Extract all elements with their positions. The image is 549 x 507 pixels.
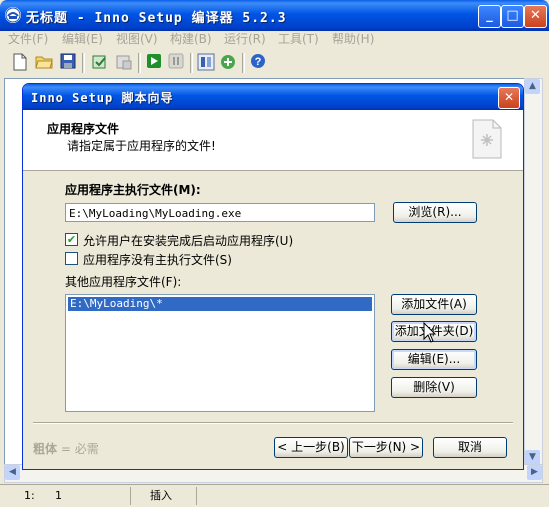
required-hint: 粗体 = 必需 [33, 440, 99, 457]
script-wizard-dialog: Inno Setup 脚本向导 ✕ 应用程序文件 请指定属于应用程序的文件! 应… [22, 83, 524, 470]
toolbar-separator [82, 53, 85, 73]
close-button[interactable]: ✕ [524, 5, 547, 28]
save-icon[interactable] [58, 53, 78, 73]
main-exe-label: 应用程序主执行文件(M): [65, 183, 201, 197]
app-icon [5, 7, 21, 23]
delete-button[interactable]: 删除(V) [391, 377, 477, 398]
wizard-document-icon [471, 116, 503, 160]
edit-button[interactable]: 编辑(E)... [391, 349, 477, 370]
next-button[interactable]: 下一步(N) > [349, 437, 423, 458]
status-bar: 1: 1 插入 [0, 484, 549, 507]
menu-run[interactable]: 运行(R) [224, 31, 266, 48]
menu-help[interactable]: 帮助(H) [332, 31, 374, 48]
close-icon: ✕ [503, 90, 515, 104]
target-icon[interactable] [196, 53, 216, 73]
other-files-label: 其他应用程序文件(F): [65, 275, 182, 289]
main-exe-input[interactable]: E:\MyLoading\MyLoading.exe [65, 203, 375, 222]
window-title: 无标题 - Inno Setup 编译器 5.2.3 [26, 11, 287, 26]
toolbar-separator [138, 53, 141, 73]
cancel-button[interactable]: 取消 [433, 437, 507, 458]
svg-text:?: ? [255, 56, 262, 68]
open-folder-icon[interactable] [34, 53, 54, 73]
help-icon[interactable]: ? [248, 53, 268, 73]
required-hint-text: = 必需 [60, 442, 99, 456]
menu-bar: 文件(F) 编辑(E) 视图(V) 构建(B) 运行(R) 工具(T) 帮助(H… [0, 31, 549, 48]
scroll-up-icon[interactable]: ▲ [525, 79, 540, 94]
toolbar: ? [4, 51, 545, 77]
menu-edit[interactable]: 编辑(E) [62, 31, 103, 48]
toolbar-separator [242, 53, 245, 73]
menu-file[interactable]: 文件(F) [8, 31, 48, 48]
wizard-close-button[interactable]: ✕ [498, 87, 520, 109]
main-title-bar[interactable]: 无标题 - Inno Setup 编译器 5.2.3 _ □ ✕ [0, 0, 549, 31]
launch-app-label[interactable]: 允许用户在安装完成后启动应用程序(U) [83, 232, 293, 249]
maximize-icon: □ [506, 8, 519, 23]
other-files-list[interactable]: E:\MyLoading\* [65, 294, 375, 412]
no-main-exe-label[interactable]: 应用程序没有主执行文件(S) [83, 251, 232, 268]
status-divider [130, 487, 131, 505]
wizard-page-title: 应用程序文件 [47, 122, 120, 136]
compile-icon[interactable] [90, 53, 110, 73]
mouse-cursor-icon [423, 321, 437, 344]
status-line: 1: [24, 489, 35, 502]
bottom-separator [33, 422, 513, 424]
minimize-icon: _ [486, 8, 493, 23]
wizard-title: Inno Setup 脚本向导 [31, 91, 174, 105]
stop-compile-icon[interactable] [114, 53, 134, 73]
scroll-left-icon[interactable]: ◀ [5, 465, 20, 480]
run-icon[interactable] [144, 53, 164, 73]
no-main-exe-checkbox[interactable] [65, 252, 78, 265]
list-item[interactable]: E:\MyLoading\* [68, 297, 372, 311]
scroll-down-icon[interactable]: ▼ [525, 450, 540, 465]
scroll-right-icon[interactable]: ▶ [527, 465, 542, 480]
wizard-page-subtitle: 请指定属于应用程序的文件! [67, 139, 216, 153]
minimize-button[interactable]: _ [478, 5, 501, 28]
add-file-button[interactable]: 添加文件(A) [391, 294, 477, 315]
browse-button[interactable]: 浏览(R)... [393, 202, 477, 223]
wizard-icon[interactable] [218, 53, 238, 73]
close-icon: ✕ [530, 8, 541, 23]
menu-build[interactable]: 构建(B) [170, 31, 212, 48]
vertical-scrollbar[interactable]: ▲ ▼ [524, 78, 543, 466]
menu-tools[interactable]: 工具(T) [278, 31, 319, 48]
status-divider [196, 487, 197, 505]
pause-icon[interactable] [166, 53, 186, 73]
maximize-button[interactable]: □ [501, 5, 524, 28]
new-file-icon[interactable] [10, 53, 30, 73]
required-hint-bold: 粗体 [33, 442, 58, 456]
wizard-title-bar[interactable]: Inno Setup 脚本向导 ✕ [23, 84, 523, 110]
status-insert-mode: 插入 [150, 489, 172, 502]
menu-view[interactable]: 视图(V) [116, 31, 158, 48]
wizard-header: 应用程序文件 请指定属于应用程序的文件! [23, 110, 523, 171]
back-button[interactable]: < 上一步(B) [274, 437, 348, 458]
launch-app-checkbox[interactable]: ✔ [65, 233, 78, 246]
status-column: 1 [55, 489, 62, 502]
toolbar-separator [190, 53, 193, 73]
